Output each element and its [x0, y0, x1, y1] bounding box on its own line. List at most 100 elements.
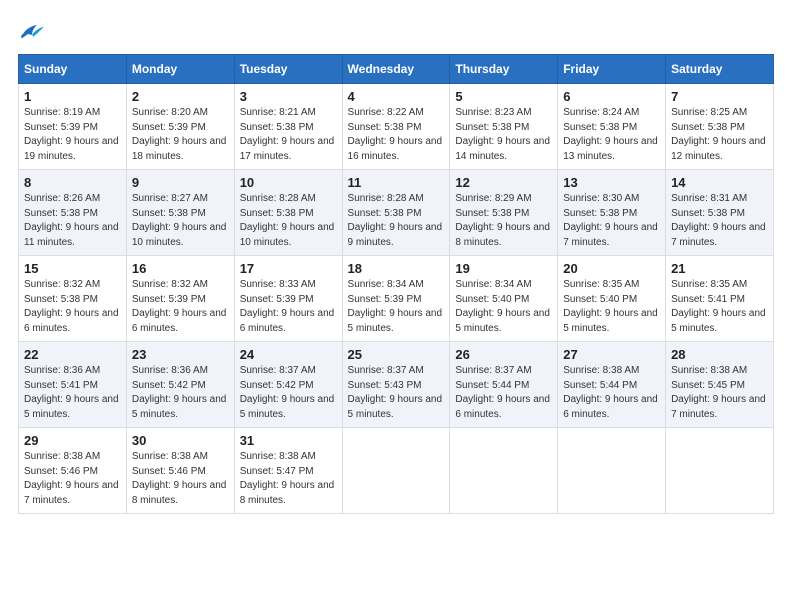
day-detail: Sunrise: 8:23 AMSunset: 5:38 PMDaylight:… [455, 107, 550, 162]
calendar-day-cell: 2 Sunrise: 8:20 AMSunset: 5:39 PMDayligh… [126, 84, 234, 170]
day-detail: Sunrise: 8:28 AMSunset: 5:38 PMDaylight:… [240, 193, 335, 248]
day-detail: Sunrise: 8:33 AMSunset: 5:39 PMDaylight:… [240, 279, 335, 334]
day-number: 3 [240, 89, 337, 104]
day-detail: Sunrise: 8:38 AMSunset: 5:46 PMDaylight:… [24, 451, 119, 506]
calendar-day-cell: 15 Sunrise: 8:32 AMSunset: 5:38 PMDaylig… [19, 256, 127, 342]
calendar-day-cell: 29 Sunrise: 8:38 AMSunset: 5:46 PMDaylig… [19, 428, 127, 514]
day-detail: Sunrise: 8:24 AMSunset: 5:38 PMDaylight:… [563, 107, 658, 162]
weekday-header-monday: Monday [126, 55, 234, 84]
day-number: 2 [132, 89, 229, 104]
page: SundayMondayTuesdayWednesdayThursdayFrid… [0, 0, 792, 524]
calendar-day-cell: 14 Sunrise: 8:31 AMSunset: 5:38 PMDaylig… [666, 170, 774, 256]
day-number: 11 [348, 175, 445, 190]
day-detail: Sunrise: 8:35 AMSunset: 5:41 PMDaylight:… [671, 279, 766, 334]
calendar-day-cell: 19 Sunrise: 8:34 AMSunset: 5:40 PMDaylig… [450, 256, 558, 342]
day-number: 19 [455, 261, 552, 276]
day-number: 14 [671, 175, 768, 190]
day-number: 15 [24, 261, 121, 276]
day-detail: Sunrise: 8:32 AMSunset: 5:38 PMDaylight:… [24, 279, 119, 334]
calendar-day-cell: 5 Sunrise: 8:23 AMSunset: 5:38 PMDayligh… [450, 84, 558, 170]
weekday-header-saturday: Saturday [666, 55, 774, 84]
day-number: 12 [455, 175, 552, 190]
calendar-day-cell: 31 Sunrise: 8:38 AMSunset: 5:47 PMDaylig… [234, 428, 342, 514]
day-detail: Sunrise: 8:22 AMSunset: 5:38 PMDaylight:… [348, 107, 443, 162]
day-number: 1 [24, 89, 121, 104]
day-detail: Sunrise: 8:28 AMSunset: 5:38 PMDaylight:… [348, 193, 443, 248]
day-detail: Sunrise: 8:38 AMSunset: 5:47 PMDaylight:… [240, 451, 335, 506]
day-detail: Sunrise: 8:32 AMSunset: 5:39 PMDaylight:… [132, 279, 227, 334]
day-number: 16 [132, 261, 229, 276]
calendar-day-cell: 9 Sunrise: 8:27 AMSunset: 5:38 PMDayligh… [126, 170, 234, 256]
day-detail: Sunrise: 8:36 AMSunset: 5:41 PMDaylight:… [24, 365, 119, 420]
empty-cell [558, 428, 666, 514]
calendar-week-row: 1 Sunrise: 8:19 AMSunset: 5:39 PMDayligh… [19, 84, 774, 170]
calendar-week-row: 22 Sunrise: 8:36 AMSunset: 5:41 PMDaylig… [19, 342, 774, 428]
day-number: 8 [24, 175, 121, 190]
calendar-week-row: 15 Sunrise: 8:32 AMSunset: 5:38 PMDaylig… [19, 256, 774, 342]
day-detail: Sunrise: 8:37 AMSunset: 5:44 PMDaylight:… [455, 365, 550, 420]
day-number: 30 [132, 433, 229, 448]
day-number: 29 [24, 433, 121, 448]
calendar-day-cell: 28 Sunrise: 8:38 AMSunset: 5:45 PMDaylig… [666, 342, 774, 428]
calendar-day-cell: 6 Sunrise: 8:24 AMSunset: 5:38 PMDayligh… [558, 84, 666, 170]
calendar-day-cell: 16 Sunrise: 8:32 AMSunset: 5:39 PMDaylig… [126, 256, 234, 342]
calendar-day-cell: 10 Sunrise: 8:28 AMSunset: 5:38 PMDaylig… [234, 170, 342, 256]
day-detail: Sunrise: 8:25 AMSunset: 5:38 PMDaylight:… [671, 107, 766, 162]
day-detail: Sunrise: 8:31 AMSunset: 5:38 PMDaylight:… [671, 193, 766, 248]
day-number: 18 [348, 261, 445, 276]
calendar-day-cell: 21 Sunrise: 8:35 AMSunset: 5:41 PMDaylig… [666, 256, 774, 342]
calendar-day-cell: 20 Sunrise: 8:35 AMSunset: 5:40 PMDaylig… [558, 256, 666, 342]
empty-cell [450, 428, 558, 514]
day-number: 22 [24, 347, 121, 362]
calendar-day-cell: 22 Sunrise: 8:36 AMSunset: 5:41 PMDaylig… [19, 342, 127, 428]
day-number: 17 [240, 261, 337, 276]
day-number: 10 [240, 175, 337, 190]
day-number: 6 [563, 89, 660, 104]
day-detail: Sunrise: 8:29 AMSunset: 5:38 PMDaylight:… [455, 193, 550, 248]
day-number: 4 [348, 89, 445, 104]
day-number: 26 [455, 347, 552, 362]
calendar-header-row: SundayMondayTuesdayWednesdayThursdayFrid… [19, 55, 774, 84]
day-number: 24 [240, 347, 337, 362]
day-detail: Sunrise: 8:19 AMSunset: 5:39 PMDaylight:… [24, 107, 119, 162]
logo-bird-icon [18, 18, 46, 40]
calendar-week-row: 29 Sunrise: 8:38 AMSunset: 5:46 PMDaylig… [19, 428, 774, 514]
day-number: 27 [563, 347, 660, 362]
calendar-day-cell: 25 Sunrise: 8:37 AMSunset: 5:43 PMDaylig… [342, 342, 450, 428]
calendar-day-cell: 12 Sunrise: 8:29 AMSunset: 5:38 PMDaylig… [450, 170, 558, 256]
weekday-header-friday: Friday [558, 55, 666, 84]
day-number: 31 [240, 433, 337, 448]
day-number: 25 [348, 347, 445, 362]
day-number: 20 [563, 261, 660, 276]
day-number: 28 [671, 347, 768, 362]
calendar-day-cell: 24 Sunrise: 8:37 AMSunset: 5:42 PMDaylig… [234, 342, 342, 428]
day-detail: Sunrise: 8:36 AMSunset: 5:42 PMDaylight:… [132, 365, 227, 420]
calendar-day-cell: 26 Sunrise: 8:37 AMSunset: 5:44 PMDaylig… [450, 342, 558, 428]
logo [18, 18, 50, 40]
calendar-day-cell: 23 Sunrise: 8:36 AMSunset: 5:42 PMDaylig… [126, 342, 234, 428]
calendar-day-cell: 4 Sunrise: 8:22 AMSunset: 5:38 PMDayligh… [342, 84, 450, 170]
calendar-day-cell: 7 Sunrise: 8:25 AMSunset: 5:38 PMDayligh… [666, 84, 774, 170]
calendar-body: 1 Sunrise: 8:19 AMSunset: 5:39 PMDayligh… [19, 84, 774, 514]
empty-cell [342, 428, 450, 514]
empty-cell [666, 428, 774, 514]
calendar-day-cell: 13 Sunrise: 8:30 AMSunset: 5:38 PMDaylig… [558, 170, 666, 256]
day-detail: Sunrise: 8:38 AMSunset: 5:46 PMDaylight:… [132, 451, 227, 506]
day-number: 13 [563, 175, 660, 190]
calendar-week-row: 8 Sunrise: 8:26 AMSunset: 5:38 PMDayligh… [19, 170, 774, 256]
calendar-day-cell: 30 Sunrise: 8:38 AMSunset: 5:46 PMDaylig… [126, 428, 234, 514]
day-detail: Sunrise: 8:21 AMSunset: 5:38 PMDaylight:… [240, 107, 335, 162]
day-detail: Sunrise: 8:37 AMSunset: 5:42 PMDaylight:… [240, 365, 335, 420]
calendar-day-cell: 8 Sunrise: 8:26 AMSunset: 5:38 PMDayligh… [19, 170, 127, 256]
day-detail: Sunrise: 8:30 AMSunset: 5:38 PMDaylight:… [563, 193, 658, 248]
day-number: 23 [132, 347, 229, 362]
day-number: 21 [671, 261, 768, 276]
calendar-day-cell: 11 Sunrise: 8:28 AMSunset: 5:38 PMDaylig… [342, 170, 450, 256]
day-detail: Sunrise: 8:35 AMSunset: 5:40 PMDaylight:… [563, 279, 658, 334]
header [18, 18, 774, 40]
weekday-header-tuesday: Tuesday [234, 55, 342, 84]
day-detail: Sunrise: 8:38 AMSunset: 5:45 PMDaylight:… [671, 365, 766, 420]
calendar-day-cell: 3 Sunrise: 8:21 AMSunset: 5:38 PMDayligh… [234, 84, 342, 170]
day-detail: Sunrise: 8:26 AMSunset: 5:38 PMDaylight:… [24, 193, 119, 248]
day-detail: Sunrise: 8:27 AMSunset: 5:38 PMDaylight:… [132, 193, 227, 248]
